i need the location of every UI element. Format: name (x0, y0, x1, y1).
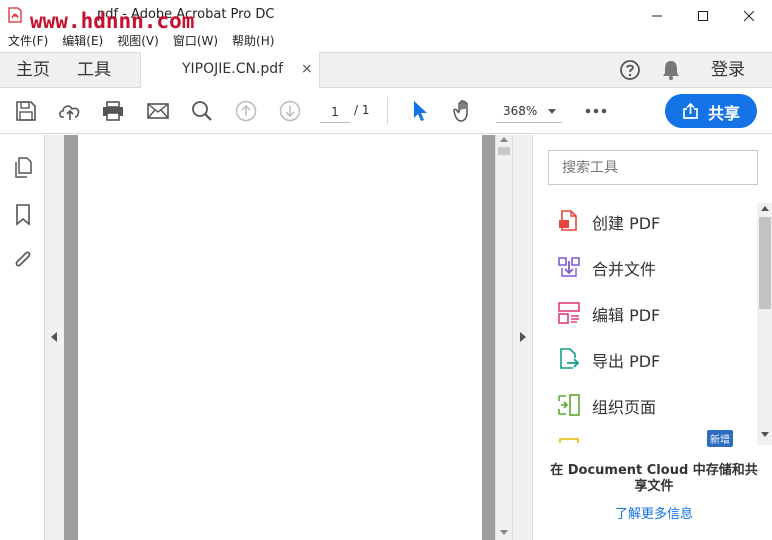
close-icon (744, 11, 754, 21)
print-button[interactable] (101, 99, 125, 123)
tool-edit-pdf[interactable]: 编辑 PDF (553, 295, 753, 331)
scroll-up-arrow-icon[interactable] (761, 206, 769, 211)
chevron-right-icon (520, 332, 526, 342)
upload-cloud-button[interactable] (58, 99, 82, 123)
combine-files-icon (558, 257, 580, 277)
comment-tool-icon (559, 438, 579, 443)
learn-more-link[interactable]: 了解更多信息 (549, 503, 759, 522)
hand-icon (453, 100, 468, 122)
printer-icon (103, 101, 123, 121)
document-tab-label: YIPOJIE.CN.pdf (182, 61, 284, 77)
edit-pdf-icon (558, 302, 580, 324)
page-thumbnails-button[interactable] (12, 157, 34, 179)
page-thumbnails-icon (15, 157, 32, 178)
paperclip-icon (15, 251, 31, 267)
save-icon (16, 101, 36, 121)
mail-icon (147, 103, 169, 119)
menu-window[interactable]: 窗口(W) (166, 32, 225, 52)
more-dots-icon (585, 108, 607, 114)
search-button[interactable] (190, 99, 214, 123)
acrobat-logo-icon (8, 7, 22, 23)
menu-view[interactable]: 视图(V) (110, 32, 166, 52)
next-page-button[interactable] (278, 99, 302, 123)
acrobat-window: pdf - Adobe Acrobat Pro DC www.hdnnn.com… (0, 0, 772, 540)
email-button[interactable] (146, 99, 170, 123)
menu-file[interactable]: 文件(F) (0, 32, 55, 52)
right-pane-toggle[interactable] (512, 135, 532, 540)
scroll-down-arrow-icon[interactable] (500, 530, 508, 535)
minimize-icon (652, 15, 662, 17)
toolbar: / 1 368% 共享 (0, 88, 772, 134)
tools-scroll-thumb[interactable] (759, 217, 771, 309)
bookmarks-button[interactable] (12, 204, 34, 226)
tool-label: 编辑 PDF (592, 306, 661, 325)
cloud-upload-icon (59, 105, 80, 120)
attachments-button[interactable] (12, 249, 34, 271)
bookmark-icon (16, 204, 30, 226)
tab-bar: 主页 工具 YIPOJIE.CN.pdf × 登录 (0, 52, 772, 89)
hand-tool-button[interactable] (452, 99, 476, 123)
notifications-bell-icon[interactable] (661, 59, 681, 81)
menu-bar: 文件(F) 编辑(E) 视图(V) 窗口(W) 帮助(H) (0, 32, 772, 52)
left-nav-pane (0, 135, 45, 540)
select-tool-button[interactable] (408, 99, 432, 123)
export-pdf-icon (560, 348, 580, 369)
minimize-button[interactable] (634, 0, 680, 32)
title-bar: pdf - Adobe Acrobat Pro DC www.hdnnn.com (0, 0, 772, 33)
scroll-down-arrow-icon[interactable] (761, 432, 769, 437)
arrow-down-circle-icon (279, 100, 301, 122)
arrow-up-circle-icon (235, 100, 257, 122)
tool-search-input[interactable] (548, 150, 758, 185)
close-tab-icon[interactable]: × (301, 61, 313, 77)
pdf-page[interactable] (78, 135, 482, 540)
tool-combine-files[interactable]: 合并文件 (553, 249, 753, 285)
maximize-button[interactable] (680, 0, 726, 32)
zoom-dropdown[interactable]: 368% (496, 100, 562, 123)
new-badge: 新增 (707, 430, 733, 447)
more-tools-button[interactable] (584, 99, 608, 123)
share-button[interactable]: 共享 (665, 94, 757, 128)
search-icon (192, 101, 212, 121)
chevron-down-icon (548, 109, 556, 114)
login-link[interactable]: 登录 (711, 53, 745, 88)
tool-export-pdf[interactable]: 导出 PDF (553, 341, 753, 377)
watermark-text: www.hdnnn.com (30, 9, 195, 33)
chevron-left-icon (51, 332, 57, 342)
tab-tools[interactable]: 工具 (77, 53, 111, 88)
share-icon (683, 103, 698, 119)
zoom-value: 368% (503, 104, 538, 118)
cloud-promo-text: 在 Document Cloud 中存储和共享文件 (550, 463, 758, 494)
scroll-up-arrow-icon[interactable] (500, 137, 508, 142)
tool-label: 创建 PDF (592, 214, 661, 233)
menu-help[interactable]: 帮助(H) (225, 32, 281, 52)
create-pdf-icon (559, 210, 577, 231)
tool-create-pdf[interactable]: 创建 PDF (553, 203, 753, 239)
toolbar-divider (387, 97, 388, 125)
tab-document[interactable]: YIPOJIE.CN.pdf × (140, 52, 320, 89)
help-icon[interactable] (619, 59, 641, 81)
page-number-input[interactable] (320, 101, 350, 123)
maximize-icon (698, 11, 708, 21)
left-pane-toggle[interactable] (45, 135, 64, 540)
share-label: 共享 (708, 104, 741, 123)
document-viewport[interactable] (64, 135, 495, 540)
tool-organize-pages[interactable]: 组织页面 (553, 387, 753, 423)
tool-label: 合并文件 (592, 260, 657, 279)
tab-home[interactable]: 主页 (16, 53, 50, 88)
tool-label: 组织页面 (592, 398, 657, 417)
tools-scrollbar[interactable] (757, 203, 772, 445)
menu-edit[interactable]: 编辑(E) (55, 32, 110, 52)
cursor-arrow-icon (414, 101, 427, 121)
document-scrollbar[interactable] (495, 135, 512, 540)
tool-label: 导出 PDF (592, 352, 661, 371)
organize-pages-icon (558, 394, 580, 416)
page-total-label: / 1 (354, 103, 370, 117)
save-button[interactable] (14, 99, 38, 123)
tools-pane: 创建 PDF 合并文件 编辑 PDF (532, 135, 772, 540)
close-window-button[interactable] (726, 0, 772, 32)
document-scroll-thumb[interactable] (498, 147, 510, 155)
previous-page-button[interactable] (234, 99, 258, 123)
tools-list: 创建 PDF 合并文件 编辑 PDF 导出 PDF 组织页面 (533, 195, 757, 443)
